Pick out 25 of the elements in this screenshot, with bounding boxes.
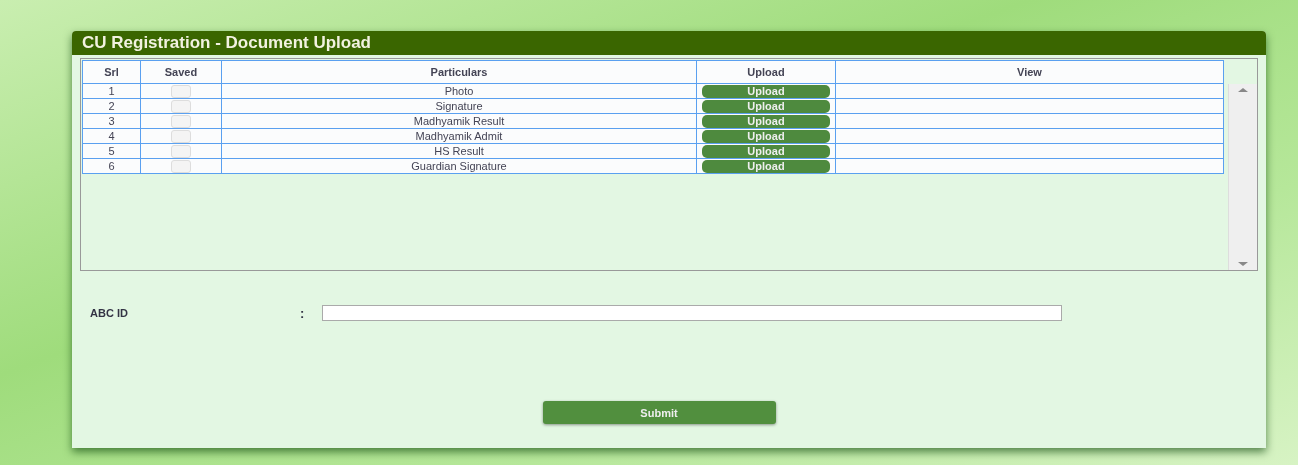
scroll-down-icon[interactable] xyxy=(1238,262,1248,266)
submit-button[interactable]: Submit xyxy=(542,401,776,424)
column-header: Upload xyxy=(696,60,836,84)
upload-button[interactable]: Upload xyxy=(702,129,830,143)
abc-id-field[interactable] xyxy=(322,305,1062,321)
separator: : xyxy=(300,305,306,321)
upload-button[interactable]: Upload xyxy=(702,114,830,128)
window-title: CU Registration - Document Upload xyxy=(72,31,1266,55)
upload-button[interactable]: Upload xyxy=(702,99,830,113)
saved-checkbox[interactable] xyxy=(171,84,191,98)
saved-checkbox[interactable] xyxy=(171,159,191,173)
saved-checkbox[interactable] xyxy=(171,144,191,158)
field-label: ABC ID xyxy=(90,307,129,319)
saved-checkbox[interactable] xyxy=(171,114,191,128)
column-header: Saved xyxy=(140,60,222,84)
saved-checkbox[interactable] xyxy=(171,129,191,143)
column-header: Srl xyxy=(82,60,141,84)
scroll-up-icon[interactable] xyxy=(1238,88,1248,92)
column-header: Particulars xyxy=(221,60,697,84)
scrollbar[interactable] xyxy=(1228,84,1257,270)
column-header: View xyxy=(835,60,1224,84)
saved-checkbox[interactable] xyxy=(171,99,191,113)
upload-button[interactable]: Upload xyxy=(702,84,830,98)
upload-button[interactable]: Upload xyxy=(702,144,830,158)
upload-button[interactable]: Upload xyxy=(702,159,830,173)
